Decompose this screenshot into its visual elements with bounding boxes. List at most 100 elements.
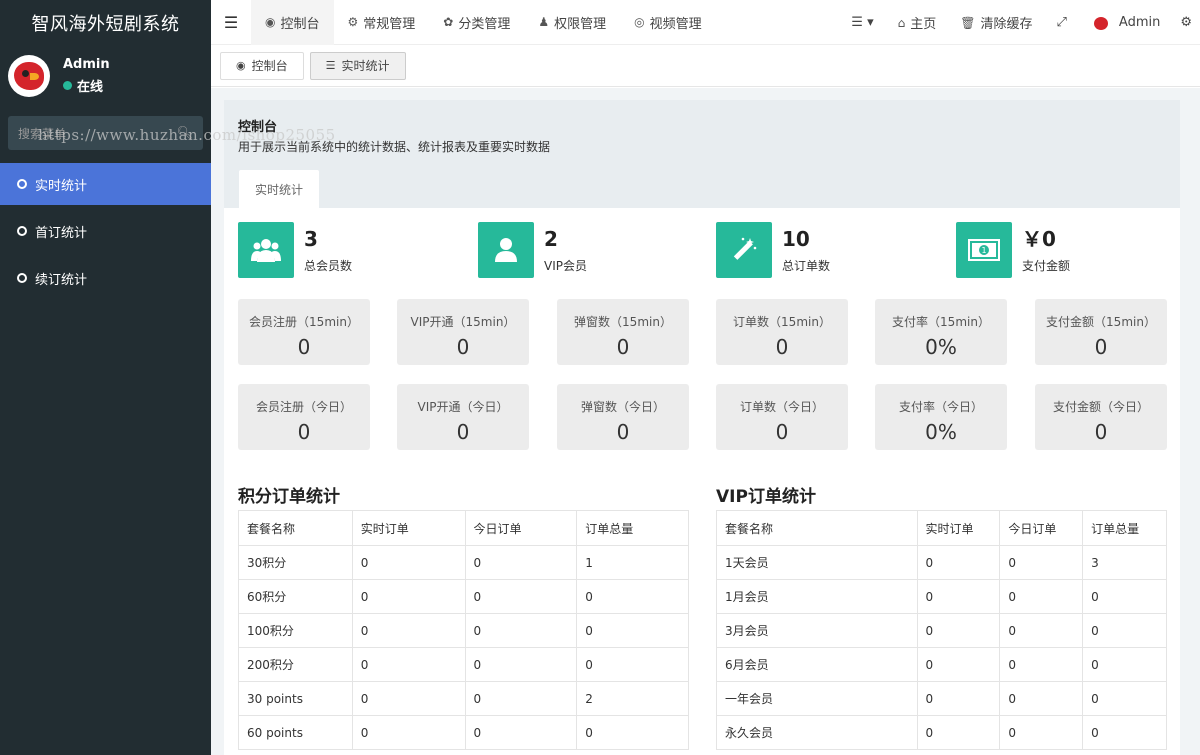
table-cell: 0: [464, 545, 578, 580]
metric-box: 弹窗数（15min） 0: [557, 299, 689, 365]
table-cell: 1月会员: [716, 579, 918, 614]
sidebar-item-realtime[interactable]: 实时统计: [0, 163, 211, 205]
user-info: Admin 在线: [63, 57, 110, 95]
admin-user-menu[interactable]: Admin: [1079, 0, 1172, 45]
circle-icon: [17, 273, 27, 283]
table-cell: 1天会员: [716, 545, 918, 580]
tab-label: 控制台: [251, 59, 288, 73]
metric-label: 支付率（15min）: [892, 315, 990, 329]
stat-value: ￥0: [1022, 226, 1056, 251]
table-cell: 0: [999, 715, 1084, 750]
magic-icon: [716, 222, 772, 278]
tab-dashboard[interactable]: ◉ 控制台: [220, 51, 304, 80]
user-name: Admin: [63, 57, 110, 72]
metric-value: 0: [297, 335, 311, 359]
metric-label: 会员注册（今日）: [255, 400, 352, 414]
table-cell: 永久会员: [716, 715, 918, 750]
column-header: 订单总量: [1082, 510, 1167, 546]
fullscreen-button[interactable]: ⤢: [1045, 0, 1079, 45]
menu-toggle-icon[interactable]: ☰: [211, 0, 251, 45]
metric-value: 0: [297, 420, 311, 444]
admin-label: Admin: [1118, 15, 1161, 30]
top-navbar: ☰ ◉ 控制台 ⚙ 常规管理 ✿ 分类管理 ♟ 权限管理 ◎ 视频管理 ☰ ▾ ⌂ 主页 🗑…: [211, 0, 1200, 45]
settings-button[interactable]: ⚙: [1172, 0, 1200, 45]
table-cell: 0: [1082, 579, 1167, 614]
metric-value: 0: [775, 335, 789, 359]
more-menu-button[interactable]: ☰ ▾: [839, 0, 885, 45]
chrome-icon: ◎: [634, 15, 645, 29]
table-cell: 100积分: [238, 613, 353, 648]
table-cell: 3月会员: [716, 613, 918, 648]
nav-right: ☰ ▾ ⌂ 主页 🗑︎ 清除缓存 ⤢ Admin ⚙: [839, 0, 1200, 45]
clear-cache-button[interactable]: 🗑︎ 清除缓存: [948, 0, 1044, 45]
metric-label: 会员注册（15min）: [249, 315, 359, 329]
metric-value: 0: [616, 420, 630, 444]
table-row: 1天会员 0 0 3: [716, 545, 1167, 580]
table-cell: 0: [916, 545, 1001, 580]
table-cell: 200积分: [238, 647, 353, 682]
home-link[interactable]: ⌂ 主页: [886, 0, 949, 45]
money-icon: 1: [956, 222, 1012, 278]
points-table-title: 积分订单统计: [238, 487, 340, 507]
table-cell: 0: [464, 613, 578, 648]
table-header-row: 套餐名称 实时订单 今日订单 订单总量: [716, 510, 1167, 546]
metric-box: 支付金额（今日） 0: [1035, 384, 1167, 450]
metric-box: 弹窗数（今日） 0: [557, 384, 689, 450]
metrics-today-row: 会员注册（今日） 0 VIP开通（今日） 0 弹窗数（今日） 0 订单数（今日） 0 支…: [238, 384, 1168, 450]
nav-item-category[interactable]: ✿ 分类管理: [429, 0, 524, 45]
stat-payment-amount: 1 ￥0 支付金额: [956, 222, 1070, 278]
table-cell: 0: [999, 681, 1084, 716]
column-header: 套餐名称: [716, 510, 918, 546]
stat-value: 2: [544, 226, 558, 251]
tab-realtime[interactable]: ☰ 实时统计: [309, 51, 406, 80]
column-header: 实时订单: [916, 510, 1001, 546]
table-row: 60 points 0 0 0: [238, 715, 689, 750]
sidebar-item-first-order[interactable]: 首订统计: [0, 210, 211, 252]
metric-box: 支付率（今日） 0%: [875, 384, 1007, 450]
table-cell: 0: [916, 613, 1001, 648]
table-cell: 2: [576, 681, 689, 716]
table-cell: 0: [464, 681, 578, 716]
table-row: 60积分 0 0 0: [238, 579, 689, 614]
nav-item-permission[interactable]: ♟ 权限管理: [524, 0, 620, 45]
nav-item-label: 常规管理: [363, 16, 416, 32]
stat-text: ￥0 支付金额: [1022, 227, 1070, 274]
stat-value: 3: [304, 226, 318, 251]
table-row: 1月会员 0 0 0: [716, 579, 1167, 614]
column-header: 今日订单: [464, 510, 578, 546]
watermark: https://www.huzhan.com/ishop25055: [38, 126, 336, 144]
metric-label: 弹窗数（15min）: [574, 315, 672, 329]
stat-text: 3 总会员数: [304, 227, 352, 274]
stat-label: 总会员数: [304, 258, 353, 273]
panel-tab-realtime[interactable]: 实时统计: [239, 170, 319, 208]
metric-box: 支付率（15min） 0%: [875, 299, 1007, 365]
table-cell: 0: [351, 681, 466, 716]
stat-text: 2 VIP会员: [544, 227, 587, 274]
sidebar: 智风海外短剧系统 Admin 在线 搜索菜单 🔍︎ 实时统计 首订统计 续订统计: [0, 0, 211, 755]
nav-item-dashboard[interactable]: ◉ 控制台: [251, 0, 334, 45]
tabs-bar: ◉ 控制台 ☰ 实时统计: [211, 45, 1200, 87]
table-cell: 0: [1082, 715, 1167, 750]
metric-label: 支付率（今日）: [898, 400, 983, 414]
table-header-row: 套餐名称 实时订单 今日订单 订单总量: [238, 510, 689, 546]
table-cell: 6月会员: [716, 647, 918, 682]
table-row: 永久会员 0 0 0: [716, 715, 1167, 750]
nav-item-general[interactable]: ⚙ 常规管理: [334, 0, 430, 45]
metric-label: 订单数（15min）: [733, 315, 831, 329]
circle-icon: [17, 226, 27, 236]
table-cell: 0: [999, 579, 1084, 614]
stat-value: 10: [782, 226, 810, 251]
brand-title[interactable]: 智风海外短剧系统: [0, 0, 211, 45]
table-cell: 1: [576, 545, 689, 580]
table-cell: 0: [351, 647, 466, 682]
metric-label: VIP开通（15min）: [410, 315, 516, 329]
nav-item-video[interactable]: ◎ 视频管理: [620, 0, 716, 45]
dashboard-icon: ◉: [265, 15, 276, 29]
sidebar-item-renewal[interactable]: 续订统计: [0, 257, 211, 299]
stat-label: 支付金额: [1022, 258, 1071, 273]
table-cell: 0: [464, 647, 578, 682]
list-dropdown-icon: ☰ ▾: [851, 15, 874, 30]
stat-text: 10 总订单数: [782, 227, 830, 274]
metric-box: VIP开通（今日） 0: [397, 384, 529, 450]
table-cell: 0: [576, 715, 689, 750]
